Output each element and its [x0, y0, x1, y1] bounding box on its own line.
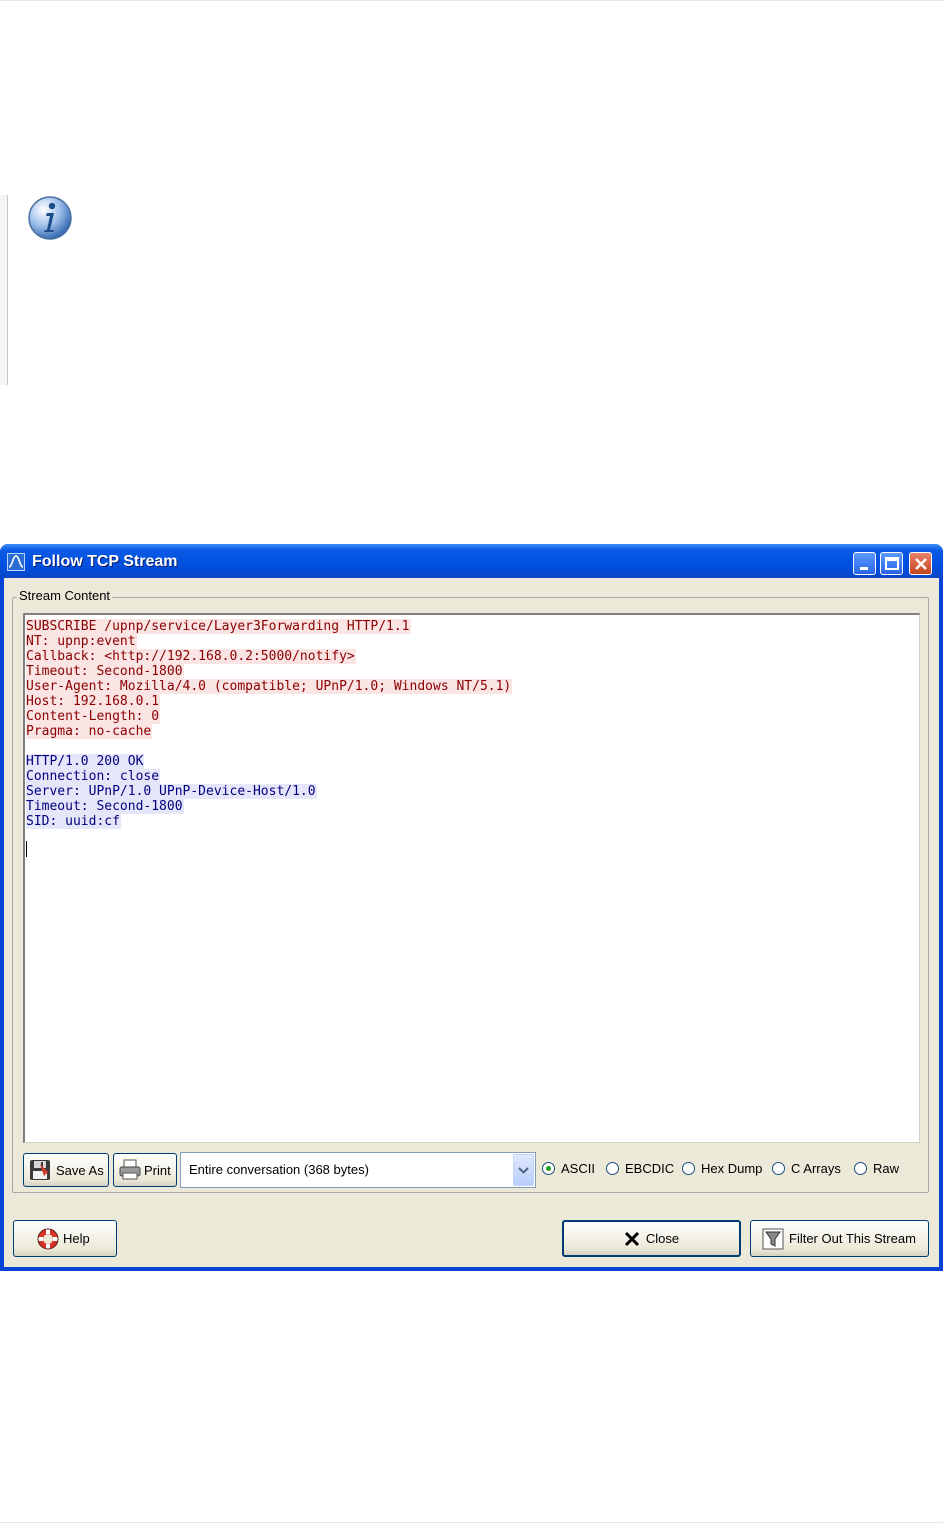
format-radio-c-arrays[interactable]: C Arrays [772, 1161, 841, 1176]
close-window-button[interactable] [909, 552, 932, 575]
format-radio-raw[interactable]: Raw [854, 1161, 899, 1176]
filter-out-label: Filter Out This Stream [789, 1231, 916, 1246]
dropdown-arrow-button[interactable] [513, 1154, 534, 1186]
server-response-text: SID: uuid:cf [26, 814, 121, 829]
server-response-text: Timeout: Second-1800 [26, 799, 184, 814]
radio-label: EBCDIC [625, 1161, 675, 1176]
client-request-line: Pragma: no-cache [26, 724, 512, 739]
client-request-text: Host: 192.168.0.1 [26, 694, 161, 709]
client-request-text: User-Agent: Mozilla/4.0 (compatible; UPn… [26, 679, 513, 694]
server-response-line: SID: uuid:cf [26, 814, 512, 829]
window-title: Follow TCP Stream [32, 553, 178, 570]
radio-label: ASCII [561, 1161, 595, 1176]
format-radio-hex-dump[interactable]: Hex Dump [682, 1161, 762, 1176]
chevron-down-icon [518, 1167, 529, 1174]
text-caret [26, 841, 27, 857]
server-response-text: HTTP/1.0 200 OK [26, 754, 145, 769]
radio-label: Hex Dump [701, 1161, 763, 1176]
lifebuoy-help-icon [37, 1228, 59, 1249]
radio-button-indicator[interactable] [606, 1162, 619, 1175]
window-client-area: Stream Content SUBSCRIBE /upnp/service/L… [4, 578, 939, 1267]
radio-button-indicator[interactable] [772, 1162, 785, 1175]
client-request-line: Content-Length: 0 [26, 709, 512, 724]
client-request-line: Callback: <http://192.168.0.2:5000/notif… [26, 649, 512, 664]
client-request-line: SUBSCRIBE /upnp/service/Layer3Forwarding… [26, 619, 512, 634]
minimize-icon [860, 567, 868, 570]
server-response-line: HTTP/1.0 200 OK [26, 754, 512, 769]
help-button[interactable]: Help [13, 1220, 117, 1257]
server-response-text: Server: UPnP/1.0 UPnP-Device-Host/1.0 [26, 784, 317, 799]
client-request-line: Host: 192.168.0.1 [26, 694, 512, 709]
print-label: Print [144, 1162, 171, 1178]
conversation-select[interactable]: Entire conversation (368 bytes) [180, 1152, 536, 1188]
server-response-line: Server: UPnP/1.0 UPnP-Device-Host/1.0 [26, 784, 512, 799]
title-bar[interactable]: Follow TCP Stream [0, 544, 943, 578]
server-response-line: Timeout: Second-1800 [26, 799, 512, 814]
save-as-label: Save As [56, 1162, 104, 1178]
radio-button-indicator[interactable] [542, 1162, 555, 1175]
client-request-text: Pragma: no-cache [26, 724, 153, 739]
maximize-icon [885, 557, 899, 570]
page-top-rule [0, 0, 943, 1]
follow-tcp-stream-window: Follow TCP Stream Stream Content SUBSCRI… [0, 544, 943, 1271]
printer-icon [119, 1159, 141, 1180]
client-request-line: NT: upnp:event [26, 634, 512, 649]
help-label: Help [63, 1231, 90, 1246]
info-icon [28, 196, 72, 240]
client-request-text: Content-Length: 0 [26, 709, 161, 724]
close-label: Close [645, 1231, 680, 1246]
stream-content-label: Stream Content [17, 588, 113, 603]
conversation-select-value: Entire conversation (368 bytes) [189, 1162, 369, 1177]
stream-text-area[interactable]: SUBSCRIBE /upnp/service/Layer3Forwarding… [23, 613, 920, 1143]
print-button[interactable]: Print [113, 1153, 177, 1187]
save-as-button[interactable]: Save As [23, 1153, 109, 1187]
radio-label: C Arrays [791, 1161, 841, 1176]
maximize-button[interactable] [880, 552, 903, 575]
stream-separator [26, 739, 512, 754]
client-request-text: SUBSCRIBE /upnp/service/Layer3Forwarding… [26, 619, 411, 634]
client-request-text: NT: upnp:event [26, 634, 137, 649]
page-bottom-rule [0, 1522, 943, 1523]
client-request-text: Callback: <http://192.168.0.2:5000/notif… [26, 649, 356, 664]
stream-lines: SUBSCRIBE /upnp/service/Layer3Forwarding… [26, 619, 513, 829]
note-sidebar-rule [0, 195, 8, 385]
radio-label: Raw [873, 1161, 900, 1176]
filter-icon [762, 1228, 784, 1249]
close-x-icon [624, 1231, 639, 1246]
radio-button-indicator[interactable] [854, 1162, 867, 1175]
floppy-save-icon [30, 1160, 50, 1180]
client-request-line: Timeout: Second-1800 [26, 664, 512, 679]
close-button[interactable]: Close [562, 1220, 741, 1257]
wireshark-app-icon [7, 553, 25, 571]
format-radio-ebcdic[interactable]: EBCDIC [606, 1161, 674, 1176]
minimize-button[interactable] [853, 552, 876, 575]
radio-button-indicator[interactable] [682, 1162, 695, 1175]
server-response-text: Connection: close [26, 769, 161, 784]
format-radio-ascii[interactable]: ASCII [542, 1161, 595, 1176]
server-response-line: Connection: close [26, 769, 512, 784]
client-request-line: User-Agent: Mozilla/4.0 (compatible; UPn… [26, 679, 513, 694]
client-request-text: Timeout: Second-1800 [26, 664, 184, 679]
close-icon [915, 558, 927, 570]
filter-out-stream-button[interactable]: Filter Out This Stream [750, 1220, 929, 1257]
